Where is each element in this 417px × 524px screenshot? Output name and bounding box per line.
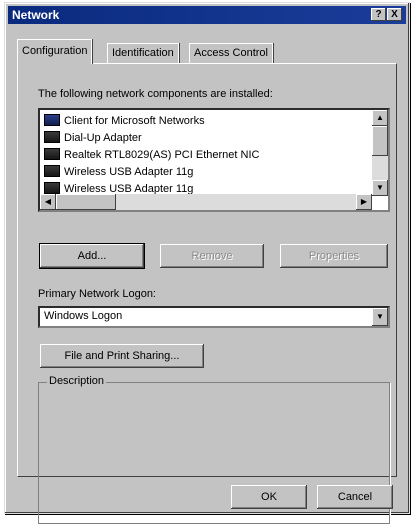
properties-button[interactable]: Properties xyxy=(280,244,388,268)
cancel-button[interactable]: Cancel xyxy=(317,485,393,509)
ok-button[interactable]: OK xyxy=(231,485,307,509)
components-list[interactable]: Client for Microsoft Networks Dial-Up Ad… xyxy=(38,108,390,212)
list-item-label: Dial-Up Adapter xyxy=(64,132,142,144)
list-item[interactable]: Client for Microsoft Networks xyxy=(44,112,205,130)
horizontal-scrollbar[interactable]: ◀ ▶ xyxy=(40,194,372,210)
network-adapter-icon xyxy=(44,165,60,177)
network-adapter-icon xyxy=(44,182,60,194)
network-client-icon xyxy=(44,114,60,126)
list-item-label: Realtek RTL8029(AS) PCI Ethernet NIC xyxy=(64,149,260,161)
list-item[interactable]: Realtek RTL8029(AS) PCI Ethernet NIC xyxy=(44,146,259,164)
primary-logon-label: Primary Network Logon: xyxy=(38,288,156,300)
tab-identification[interactable]: Identification xyxy=(107,43,179,63)
tab-access-control[interactable]: Access Control xyxy=(189,43,273,63)
configuration-panel: The following network components are ins… xyxy=(17,63,397,524)
vertical-scrollbar[interactable]: ▲ ▼ xyxy=(372,110,388,196)
scroll-up-icon[interactable]: ▲ xyxy=(372,110,388,126)
primary-logon-select[interactable]: Windows Logon ▼ xyxy=(38,306,390,328)
help-button[interactable]: ? xyxy=(371,8,386,21)
chevron-down-icon[interactable]: ▼ xyxy=(372,308,388,326)
file-print-sharing-button[interactable]: File and Print Sharing... xyxy=(40,344,204,368)
network-dialog: Network ? X Configuration Identification… xyxy=(4,2,410,524)
description-label: Description xyxy=(47,375,107,387)
window-title: Network xyxy=(12,8,60,22)
list-item-label: Wireless USB Adapter 11g xyxy=(64,166,194,178)
vertical-scroll-thumb[interactable] xyxy=(372,126,388,156)
title-bar[interactable]: Network ? X xyxy=(8,6,406,24)
network-adapter-icon xyxy=(44,148,60,160)
add-button[interactable]: Add... xyxy=(40,244,144,268)
network-adapter-icon xyxy=(44,131,60,143)
scroll-left-icon[interactable]: ◀ xyxy=(40,194,56,210)
remove-button[interactable]: Remove xyxy=(160,244,264,268)
tab-configuration[interactable]: Configuration xyxy=(17,39,93,64)
close-button[interactable]: X xyxy=(387,8,402,21)
primary-logon-value: Windows Logon xyxy=(44,310,123,322)
list-item-label: Client for Microsoft Networks xyxy=(64,115,205,127)
list-item[interactable]: Wireless USB Adapter 11g xyxy=(44,163,193,181)
horizontal-scroll-thumb[interactable] xyxy=(56,194,116,210)
list-item[interactable]: Dial-Up Adapter xyxy=(44,129,142,147)
installed-components-label: The following network components are ins… xyxy=(38,88,273,100)
scroll-right-icon[interactable]: ▶ xyxy=(356,194,372,210)
scroll-down-icon[interactable]: ▼ xyxy=(372,180,388,196)
